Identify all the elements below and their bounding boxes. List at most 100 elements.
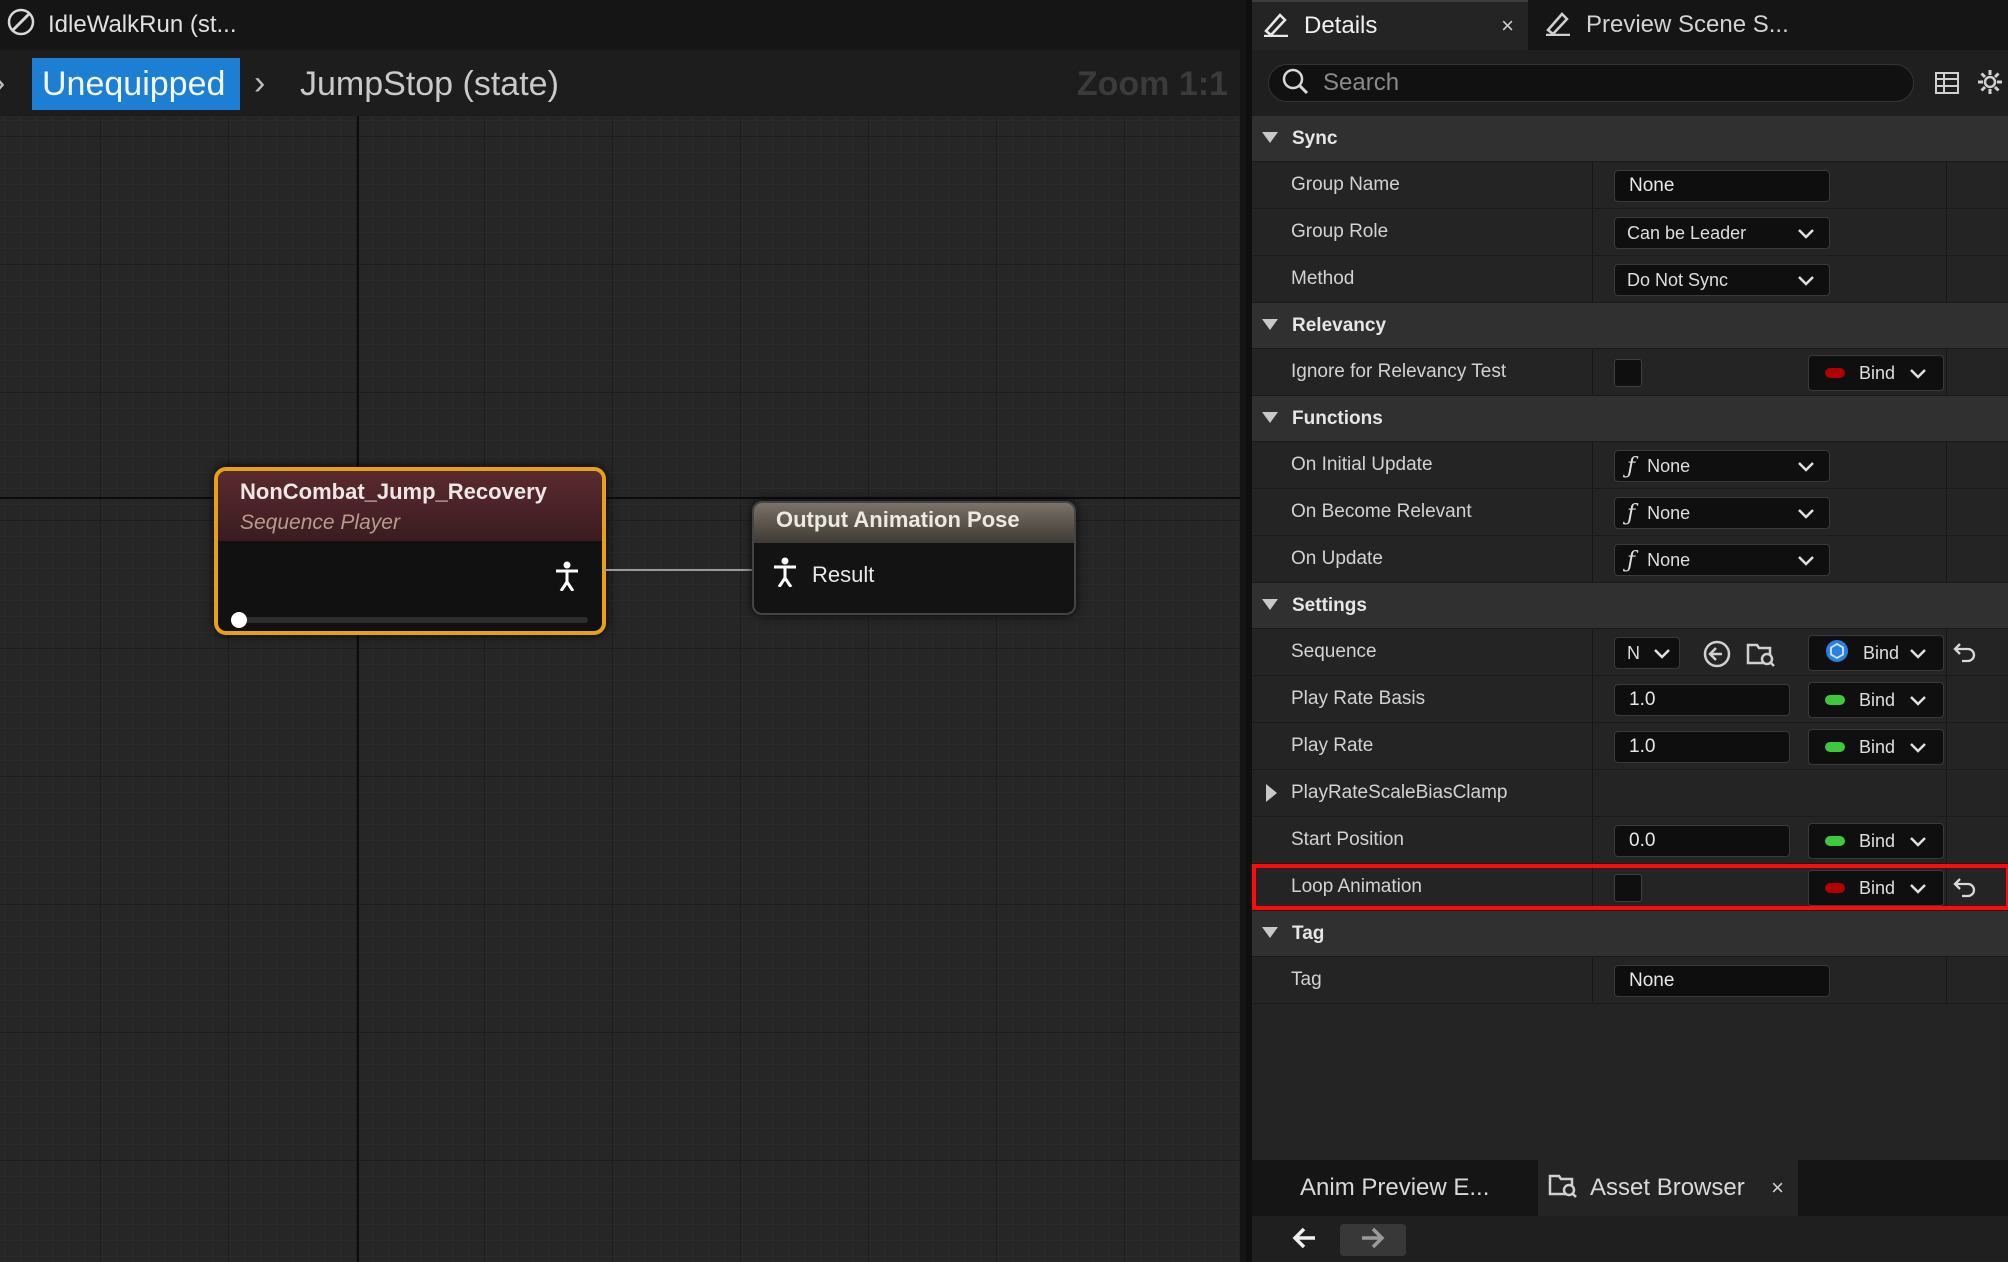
graph-canvas[interactable]: [0, 116, 1240, 1262]
asset-browser-icon: [1548, 1171, 1578, 1206]
pose-input-pin-icon[interactable]: [772, 557, 798, 593]
close-icon[interactable]: ×: [1771, 1175, 1784, 1201]
on-update-dropdown[interactable]: ƒ None: [1614, 544, 1830, 576]
dropdown-value: N: [1627, 642, 1640, 663]
property-label: Tag: [1291, 969, 1322, 990]
bind-dropdown[interactable]: Bind: [1808, 682, 1944, 718]
dropdown-value: None: [1647, 455, 1691, 476]
property-label: Play Rate Basis: [1291, 688, 1426, 709]
tab-anim-preview-editor[interactable]: Anim Preview E...: [1266, 1160, 1542, 1216]
chevron-down-icon: [1909, 364, 1927, 387]
animation-asset-pin-icon: [1825, 639, 1849, 668]
tab-details-label: Details: [1304, 12, 1378, 39]
dropdown-value: None: [1647, 549, 1691, 570]
bind-dropdown[interactable]: Bind: [1808, 635, 1944, 671]
property-row-on-become-relevant: On Become Relevant ƒ None: [1252, 489, 2008, 536]
play-rate-field[interactable]: 1.0: [1614, 731, 1790, 763]
property-matrix-icon[interactable]: [1934, 70, 1960, 101]
ignore-relevancy-checkbox[interactable]: [1614, 359, 1642, 387]
search-row: [1252, 50, 2008, 116]
tab-asset-browser[interactable]: Asset Browser ×: [1538, 1160, 1798, 1216]
category-label: Sync: [1292, 127, 1338, 149]
collapse-arrow-icon: [1262, 408, 1278, 430]
breadcrumb-separator-icon: ›: [254, 63, 266, 102]
collapse-arrow-icon: [1262, 128, 1278, 150]
collapse-arrow-icon: [1262, 595, 1278, 617]
property-row-play-rate-scale-bias-clamp[interactable]: PlayRateScaleBiasClamp: [1252, 770, 2008, 817]
bind-label: Bind: [1859, 877, 1896, 898]
bind-dropdown[interactable]: Bind: [1808, 355, 1944, 391]
chevron-down-icon: [1797, 504, 1815, 527]
output-pose-node[interactable]: Output Animation Pose Result: [752, 501, 1076, 615]
arrow-left-icon: [1291, 1226, 1317, 1255]
category-settings[interactable]: Settings: [1252, 583, 2008, 629]
pose-connection-wire[interactable]: [604, 569, 754, 571]
arrow-right-icon: [1360, 1226, 1386, 1255]
property-label: Play Rate: [1291, 735, 1374, 756]
search-input[interactable]: [1323, 69, 1883, 97]
close-icon[interactable]: ×: [1501, 13, 1514, 39]
sequence-asset-picker[interactable]: N: [1614, 637, 1680, 669]
bind-label: Bind: [1863, 642, 1900, 663]
result-pin[interactable]: Result: [772, 557, 874, 593]
property-label: On Update: [1291, 548, 1383, 569]
property-label: Method: [1291, 268, 1355, 289]
property-row-on-initial-update: On Initial Update ƒ None: [1252, 442, 2008, 489]
sequence-player-node[interactable]: NonCombat_Jump_Recovery Sequence Player: [214, 467, 606, 635]
breadcrumb-item-jumpstop[interactable]: JumpStop (state): [300, 58, 559, 110]
tag-field[interactable]: None: [1614, 965, 1830, 997]
property-row-ignore-relevancy: Ignore for Relevancy Test Bind: [1252, 349, 2008, 396]
search-box[interactable]: [1268, 64, 1914, 102]
property-label: Loop Animation: [1291, 876, 1422, 897]
panel-tab-bar: Details × Preview Scene S...: [1252, 0, 2008, 50]
category-functions[interactable]: Functions: [1252, 396, 2008, 442]
method-dropdown[interactable]: Do Not Sync: [1614, 264, 1830, 296]
slider-knob[interactable]: [231, 612, 247, 628]
tab-details[interactable]: Details ×: [1252, 0, 1528, 50]
category-label: Settings: [1292, 594, 1367, 616]
reset-to-default-icon[interactable]: [1952, 639, 1978, 670]
browse-asset-icon[interactable]: [1746, 639, 1776, 674]
property-label: Group Name: [1291, 174, 1400, 195]
playback-position-slider[interactable]: [231, 612, 588, 628]
float-pin-icon: [1825, 836, 1845, 846]
bind-label: Bind: [1859, 736, 1896, 757]
group-role-dropdown[interactable]: Can be Leader: [1614, 217, 1830, 249]
bind-dropdown[interactable]: Bind: [1808, 729, 1944, 765]
document-tab-label: IdleWalkRun (st...: [48, 11, 237, 38]
property-row-play-rate: Play Rate 1.0 Bind: [1252, 723, 2008, 770]
bind-dropdown[interactable]: Bind: [1808, 870, 1944, 906]
forward-button[interactable]: [1340, 1224, 1406, 1256]
play-rate-basis-field[interactable]: 1.0: [1614, 684, 1790, 716]
pose-output-pin-icon[interactable]: [554, 561, 580, 596]
document-tab[interactable]: IdleWalkRun (st...: [0, 0, 255, 50]
property-list: Sync Group Name None Group Role Can be L…: [1252, 116, 2008, 1004]
category-relevancy[interactable]: Relevancy: [1252, 303, 2008, 349]
document-tab-bar: IdleWalkRun (st...: [0, 0, 1240, 50]
back-button[interactable]: [1280, 1224, 1328, 1256]
use-selected-asset-icon[interactable]: [1702, 639, 1732, 674]
start-position-field[interactable]: 0.0: [1614, 825, 1790, 857]
chevron-down-icon: [1797, 224, 1815, 247]
on-become-relevant-dropdown[interactable]: ƒ None: [1614, 497, 1830, 529]
property-label: Start Position: [1291, 829, 1404, 850]
group-name-field[interactable]: None: [1614, 170, 1830, 202]
gear-icon[interactable]: [1976, 68, 2004, 101]
loop-animation-checkbox[interactable]: [1614, 874, 1642, 902]
breadcrumb-separator-icon: ›: [0, 50, 5, 116]
property-row-sequence: Sequence N Bind: [1252, 629, 2008, 676]
expand-arrow-icon[interactable]: [1266, 784, 1278, 807]
property-label: PlayRateScaleBiasClamp: [1291, 782, 1508, 803]
chevron-down-icon: [1797, 457, 1815, 480]
breadcrumb-item-unequipped[interactable]: Unequipped: [32, 58, 240, 110]
tab-preview-scene[interactable]: Preview Scene S...: [1534, 0, 1834, 50]
bind-dropdown[interactable]: Bind: [1808, 823, 1944, 859]
chevron-down-icon: [1909, 691, 1927, 714]
bind-label: Bind: [1859, 689, 1896, 710]
category-sync[interactable]: Sync: [1252, 116, 2008, 162]
bool-pin-icon: [1825, 368, 1845, 378]
on-initial-update-dropdown[interactable]: ƒ None: [1614, 450, 1830, 482]
chevron-down-icon: [1909, 644, 1927, 667]
category-tag[interactable]: Tag: [1252, 911, 2008, 957]
reset-to-default-icon[interactable]: [1952, 874, 1978, 905]
